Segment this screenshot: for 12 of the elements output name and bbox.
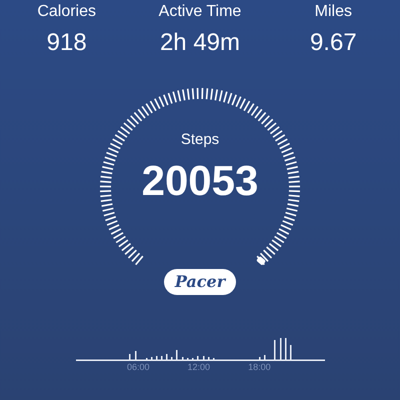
- stat-value: 2h 49m: [160, 28, 240, 58]
- brand-button[interactable]: Pacer: [164, 269, 236, 295]
- steps-value: 20053: [142, 157, 258, 205]
- stat-value: 9.67: [310, 28, 357, 58]
- time-label: 06:00: [127, 361, 150, 373]
- stat-label: Calories: [37, 2, 96, 22]
- steps-label: Steps: [180, 131, 220, 149]
- stat-value: 918: [46, 28, 87, 58]
- stat-label: Miles: [314, 2, 352, 22]
- time-label: 12:00: [188, 361, 210, 373]
- time-label: 18:00: [248, 361, 271, 373]
- stat-label: Active Time: [158, 2, 242, 22]
